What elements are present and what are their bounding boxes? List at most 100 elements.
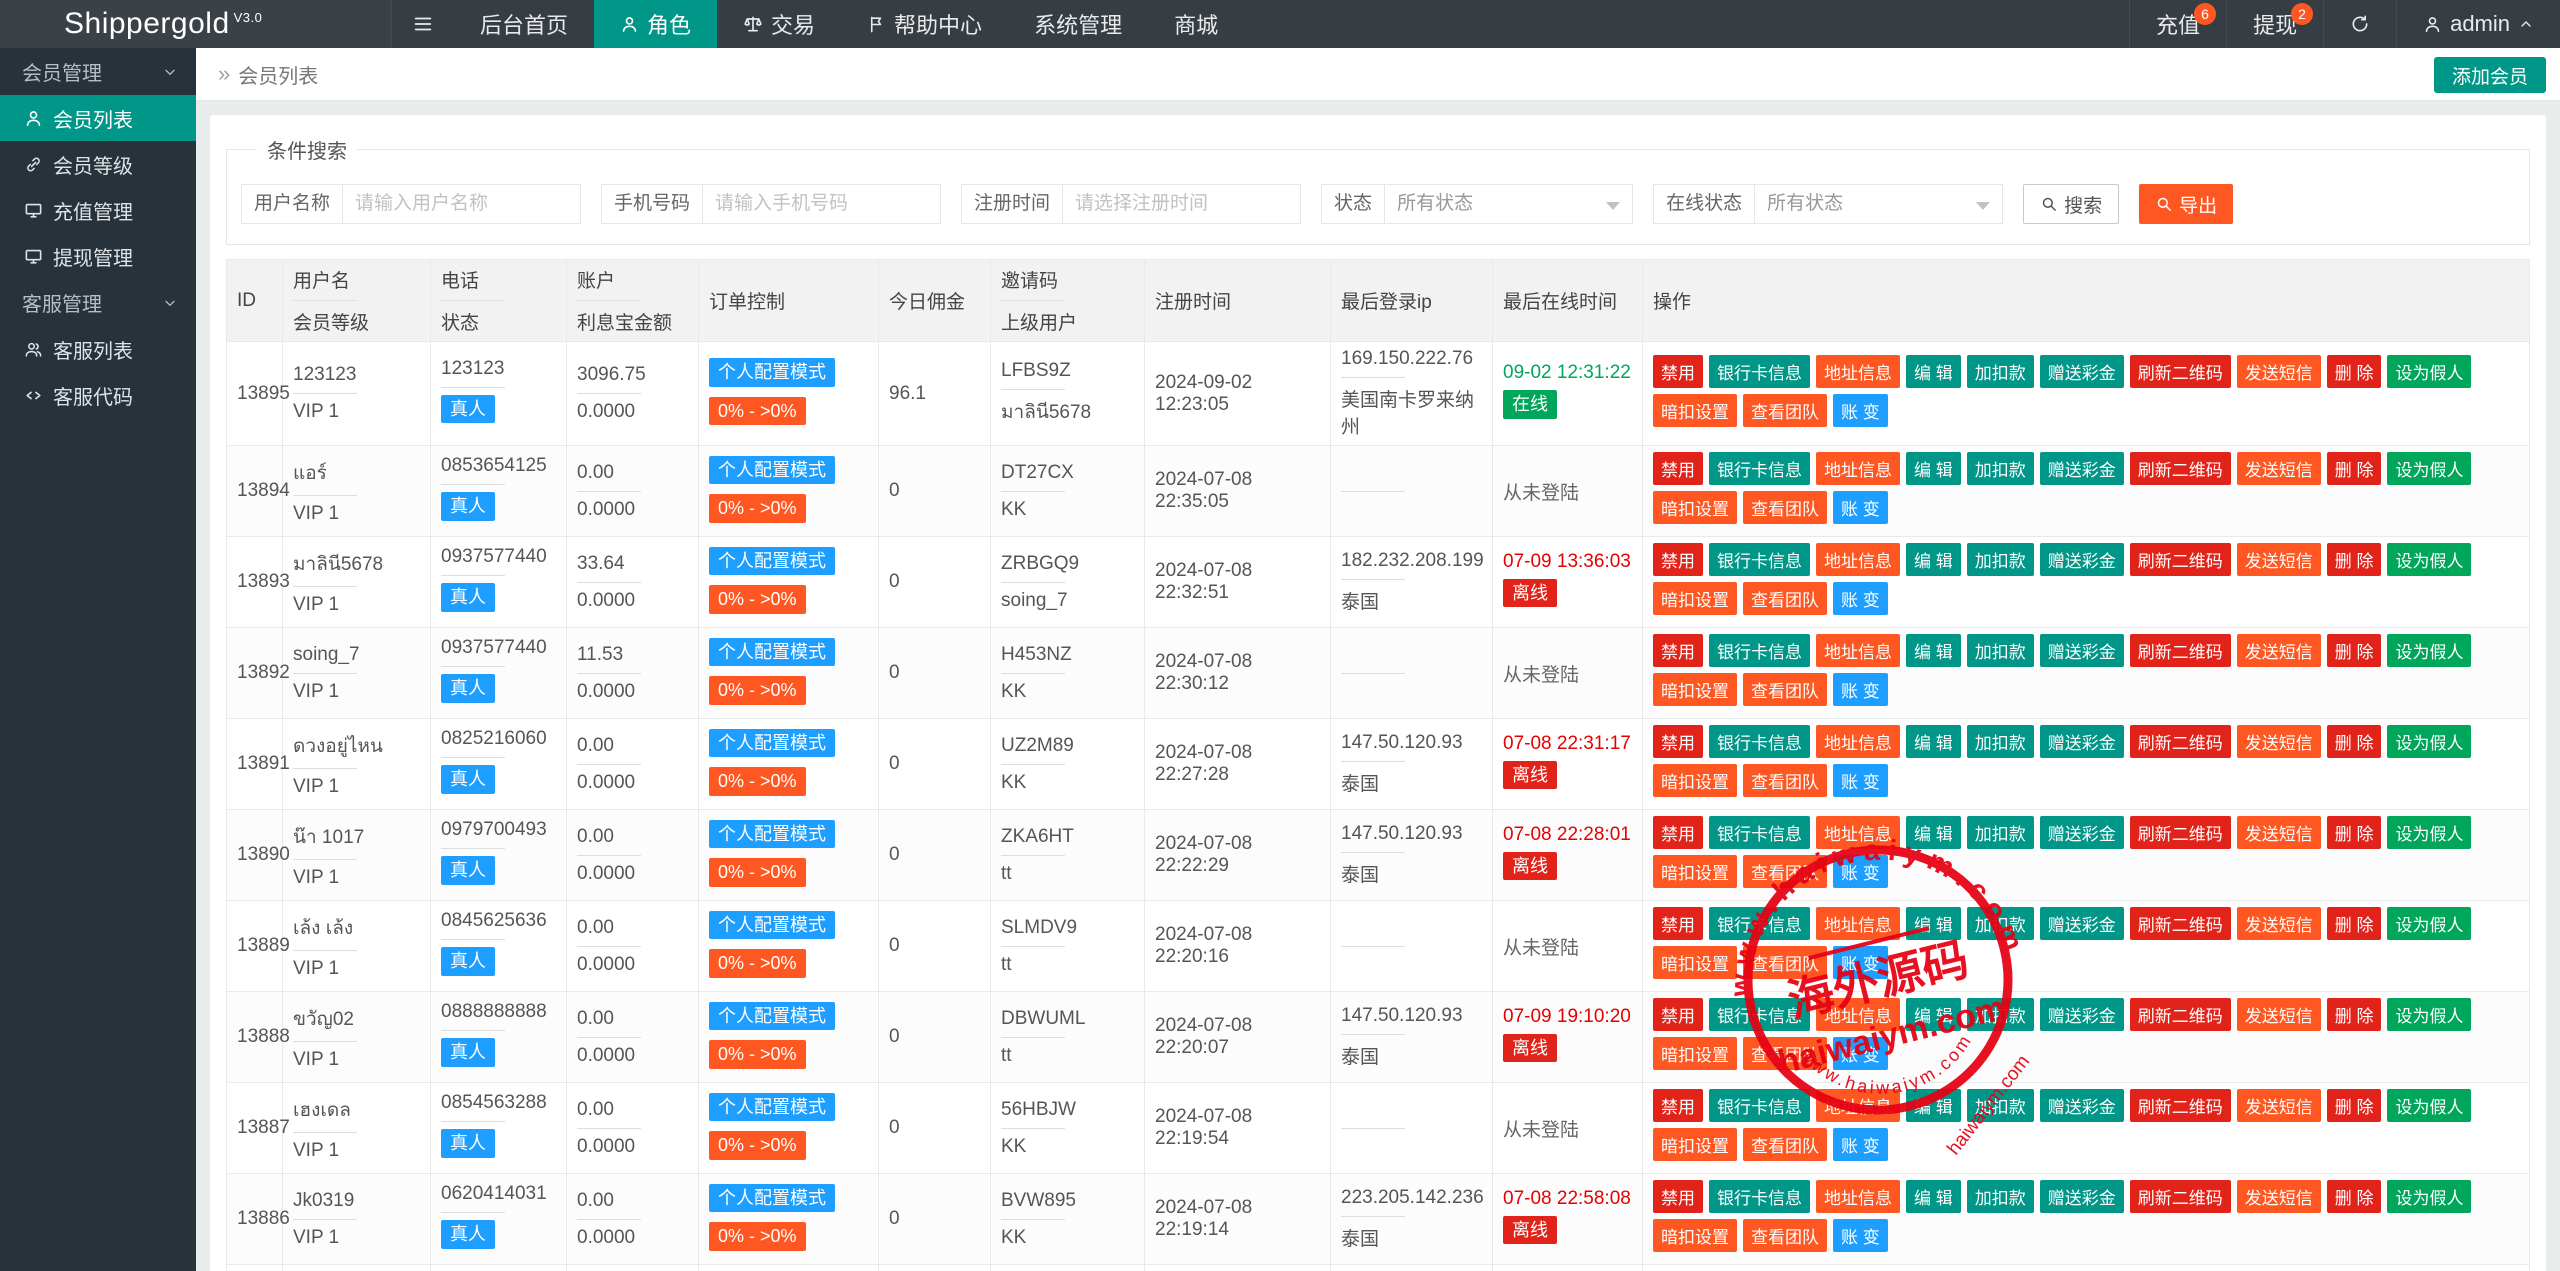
action-set-as-bot-button[interactable]: 设为假人: [2387, 634, 2472, 667]
sidebar-group-service-management[interactable]: 客服管理: [0, 279, 196, 326]
action-edit-button[interactable]: 编 辑: [1906, 725, 1961, 758]
action-set-as-bot-button[interactable]: 设为假人: [2387, 725, 2472, 758]
add-member-button[interactable]: 添加会员: [2433, 57, 2546, 93]
action-view-team-button[interactable]: 查看团队: [1743, 946, 1827, 979]
action-add-deduct-funds-button[interactable]: 加扣款: [1966, 725, 2034, 758]
action-send-sms-button[interactable]: 发送短信: [2236, 354, 2321, 388]
action-bank-card-info-button[interactable]: 银行卡信息: [1709, 907, 1810, 940]
sidebar-item-service-code[interactable]: 客服代码: [0, 372, 196, 418]
action-hidden-deduct-settings-button[interactable]: 暗扣设置: [1653, 1037, 1737, 1070]
action-send-sms-button[interactable]: 发送短信: [2236, 634, 2321, 667]
action-hidden-deduct-settings-button[interactable]: 暗扣设置: [1653, 393, 1737, 427]
nav-item-mall[interactable]: 商城: [1148, 0, 1244, 48]
action-set-as-bot-button[interactable]: 设为假人: [2387, 354, 2472, 388]
action-account-changes-button[interactable]: 账 变: [1833, 1037, 1888, 1070]
action-delete-button[interactable]: 删 除: [2326, 354, 2382, 388]
action-hidden-deduct-settings-button[interactable]: 暗扣设置: [1653, 764, 1737, 797]
action-address-info-button[interactable]: 地址信息: [1816, 907, 1900, 940]
action-view-team-button[interactable]: 查看团队: [1743, 1128, 1827, 1161]
action-hidden-deduct-settings-button[interactable]: 暗扣设置: [1653, 946, 1737, 979]
nav-item-roles[interactable]: 角色: [594, 0, 718, 48]
action-refresh-qrcode-button[interactable]: 刷新二维码: [2129, 1180, 2231, 1213]
action-send-sms-button[interactable]: 发送短信: [2236, 543, 2321, 576]
action-view-team-button[interactable]: 查看团队: [1743, 491, 1827, 524]
action-bank-card-info-button[interactable]: 银行卡信息: [1709, 1180, 1810, 1213]
username-input[interactable]: [343, 184, 582, 224]
action-delete-button[interactable]: 删 除: [2326, 725, 2382, 758]
action-view-team-button[interactable]: 查看团队: [1743, 393, 1827, 427]
action-refresh-qrcode-button[interactable]: 刷新二维码: [2129, 543, 2231, 576]
action-refresh-qrcode-button[interactable]: 刷新二维码: [2129, 816, 2231, 849]
refresh-button[interactable]: [2323, 0, 2396, 48]
action-hidden-deduct-settings-button[interactable]: 暗扣设置: [1653, 1128, 1737, 1161]
action-refresh-qrcode-button[interactable]: 刷新二维码: [2129, 907, 2231, 940]
action-send-sms-button[interactable]: 发送短信: [2236, 907, 2321, 940]
action-gift-bonus-button[interactable]: 赠送彩金: [2039, 998, 2124, 1031]
action-account-changes-button[interactable]: 账 变: [1833, 393, 1888, 427]
action-refresh-qrcode-button[interactable]: 刷新二维码: [2129, 998, 2231, 1031]
action-edit-button[interactable]: 编 辑: [1906, 1089, 1961, 1122]
action-address-info-button[interactable]: 地址信息: [1816, 1089, 1900, 1122]
action-delete-button[interactable]: 删 除: [2326, 543, 2382, 576]
action-address-info-button[interactable]: 地址信息: [1816, 725, 1900, 758]
action-disable-button[interactable]: 禁用: [1653, 543, 1703, 576]
action-gift-bonus-button[interactable]: 赠送彩金: [2039, 354, 2124, 388]
action-send-sms-button[interactable]: 发送短信: [2236, 998, 2321, 1031]
action-delete-button[interactable]: 删 除: [2326, 1089, 2382, 1122]
action-disable-button[interactable]: 禁用: [1653, 816, 1703, 849]
action-address-info-button[interactable]: 地址信息: [1816, 634, 1900, 667]
action-account-changes-button[interactable]: 账 变: [1833, 764, 1888, 797]
action-refresh-qrcode-button[interactable]: 刷新二维码: [2129, 1089, 2231, 1122]
action-bank-card-info-button[interactable]: 银行卡信息: [1709, 816, 1810, 849]
action-add-deduct-funds-button[interactable]: 加扣款: [1966, 816, 2034, 849]
action-account-changes-button[interactable]: 账 变: [1833, 946, 1888, 979]
sidebar-item-member-level[interactable]: 会员等级: [0, 141, 196, 187]
action-edit-button[interactable]: 编 辑: [1906, 1180, 1961, 1213]
action-gift-bonus-button[interactable]: 赠送彩金: [2039, 725, 2124, 758]
action-account-changes-button[interactable]: 账 变: [1833, 855, 1888, 888]
action-delete-button[interactable]: 删 除: [2326, 998, 2382, 1031]
action-set-as-bot-button[interactable]: 设为假人: [2387, 998, 2472, 1031]
action-bank-card-info-button[interactable]: 银行卡信息: [1709, 1089, 1810, 1122]
action-view-team-button[interactable]: 查看团队: [1743, 673, 1827, 706]
action-view-team-button[interactable]: 查看团队: [1743, 1219, 1827, 1252]
action-bank-card-info-button[interactable]: 银行卡信息: [1709, 725, 1810, 758]
action-delete-button[interactable]: 删 除: [2326, 634, 2382, 667]
phone-input[interactable]: [703, 184, 942, 224]
action-account-changes-button[interactable]: 账 变: [1833, 1128, 1888, 1161]
action-hidden-deduct-settings-button[interactable]: 暗扣设置: [1653, 582, 1737, 615]
action-address-info-button[interactable]: 地址信息: [1816, 543, 1900, 576]
action-bank-card-info-button[interactable]: 银行卡信息: [1709, 543, 1810, 576]
action-add-deduct-funds-button[interactable]: 加扣款: [1966, 907, 2034, 940]
action-view-team-button[interactable]: 查看团队: [1743, 1037, 1827, 1070]
action-disable-button[interactable]: 禁用: [1653, 725, 1703, 758]
action-hidden-deduct-settings-button[interactable]: 暗扣设置: [1653, 855, 1737, 888]
action-send-sms-button[interactable]: 发送短信: [2236, 816, 2321, 849]
action-disable-button[interactable]: 禁用: [1653, 354, 1703, 388]
action-address-info-button[interactable]: 地址信息: [1816, 1180, 1900, 1213]
action-disable-button[interactable]: 禁用: [1653, 998, 1703, 1031]
action-set-as-bot-button[interactable]: 设为假人: [2387, 1180, 2472, 1213]
action-edit-button[interactable]: 编 辑: [1906, 816, 1961, 849]
action-refresh-qrcode-button[interactable]: 刷新二维码: [2129, 452, 2231, 485]
sidebar-item-service-list[interactable]: 客服列表: [0, 326, 196, 372]
action-hidden-deduct-settings-button[interactable]: 暗扣设置: [1653, 673, 1737, 706]
sidebar-item-withdraw-management[interactable]: 提现管理: [0, 233, 196, 279]
action-account-changes-button[interactable]: 账 变: [1833, 1219, 1888, 1252]
action-bank-card-info-button[interactable]: 银行卡信息: [1709, 452, 1810, 485]
action-edit-button[interactable]: 编 辑: [1906, 998, 1961, 1031]
action-account-changes-button[interactable]: 账 变: [1833, 582, 1888, 615]
action-disable-button[interactable]: 禁用: [1653, 1180, 1703, 1213]
export-button[interactable]: 导出: [2139, 184, 2234, 224]
online-status-select[interactable]: 所有状态: [1755, 184, 2004, 224]
action-hidden-deduct-settings-button[interactable]: 暗扣设置: [1653, 491, 1737, 524]
action-refresh-qrcode-button[interactable]: 刷新二维码: [2129, 354, 2231, 388]
user-menu[interactable]: admin: [2396, 0, 2560, 48]
sidebar-toggle-button[interactable]: [392, 0, 454, 48]
action-edit-button[interactable]: 编 辑: [1906, 452, 1961, 485]
action-account-changes-button[interactable]: 账 变: [1833, 673, 1888, 706]
action-refresh-qrcode-button[interactable]: 刷新二维码: [2129, 725, 2231, 758]
action-view-team-button[interactable]: 查看团队: [1743, 582, 1827, 615]
action-view-team-button[interactable]: 查看团队: [1743, 764, 1827, 797]
action-add-deduct-funds-button[interactable]: 加扣款: [1966, 354, 2034, 388]
